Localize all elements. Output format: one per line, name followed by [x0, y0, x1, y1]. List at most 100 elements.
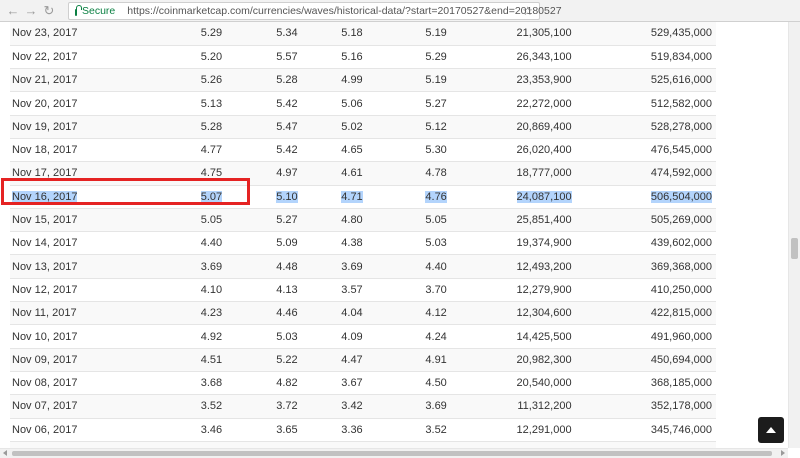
volume-cell: 9,798,490: [449, 441, 574, 448]
volume-cell-text: 23,353,900: [516, 74, 572, 87]
high-cell: 5.57: [224, 45, 300, 68]
open-cell: 5.13: [118, 92, 224, 115]
market-cap-cell-text: 476,545,000: [650, 144, 712, 157]
market-cap-cell: 528,278,000: [574, 115, 716, 138]
high-cell-text: 5.03: [276, 330, 298, 343]
horizontal-scroll-thumb[interactable]: [12, 451, 772, 456]
market-cap-cell-text: 352,178,000: [650, 400, 712, 413]
url-text[interactable]: https://coinmarketcap.com/currencies/wav…: [127, 5, 561, 17]
open-cell: 5.26: [118, 69, 224, 92]
date-cell-text: Nov 20, 2017: [12, 97, 78, 110]
volume-cell: 18,777,000: [449, 162, 574, 185]
close-cell-text: 4.24: [425, 330, 447, 343]
low-cell: 3.57: [300, 278, 365, 301]
date-cell: Nov 14, 2017: [10, 232, 118, 255]
volume-cell: 12,279,900: [449, 278, 574, 301]
high-cell-text: 5.42: [276, 97, 298, 110]
open-cell: 5.20: [118, 45, 224, 68]
table-row: Nov 19, 2017 5.28 5.47 5.02 5.12 20,869,400 52…: [10, 115, 716, 139]
date-cell: Nov 12, 2017: [10, 278, 118, 301]
open-cell: 4.10: [118, 278, 224, 301]
close-cell-text: 5.12: [425, 120, 447, 133]
high-cell: 5.47: [224, 115, 300, 138]
low-cell-text: 4.65: [341, 144, 363, 157]
low-cell: 4.09: [300, 325, 365, 348]
volume-cell-text: 12,291,000: [516, 423, 572, 436]
address-bar[interactable]: Secure https://coinmarketcap.com/currenc…: [68, 2, 562, 20]
high-cell: 5.28: [224, 69, 300, 92]
volume-cell: 22,272,000: [449, 92, 574, 115]
close-cell-text: 3.70: [425, 283, 447, 296]
volume-cell: 25,851,400: [449, 208, 574, 231]
volume-cell: 23,353,900: [449, 69, 574, 92]
close-cell: 4.24: [365, 325, 449, 348]
close-cell-text: 5.19: [425, 27, 447, 40]
volume-cell-text: 19,374,900: [516, 237, 572, 250]
volume-cell: 20,540,000: [449, 371, 574, 394]
vertical-scrollbar[interactable]: [788, 22, 800, 448]
volume-cell: 12,291,000: [449, 418, 574, 441]
volume-cell-text: 14,425,500: [516, 330, 572, 343]
market-cap-cell-text: 450,694,000: [650, 353, 712, 366]
vertical-scroll-thumb[interactable]: [791, 238, 798, 259]
high-cell: 3.65: [224, 418, 300, 441]
high-cell: 3.72: [224, 395, 300, 418]
high-cell-text: 5.28: [276, 74, 298, 87]
close-cell: 5.12: [365, 115, 449, 138]
date-cell: Nov 15, 2017: [10, 208, 118, 231]
back-to-top-button[interactable]: [758, 417, 784, 443]
close-cell: 4.50: [365, 371, 449, 394]
close-cell: 4.76: [365, 185, 449, 208]
table-row: Nov 06, 2017 3.46 3.65 3.36 3.52 12,291,000 34…: [10, 418, 716, 442]
secure-label: Secure: [82, 5, 116, 17]
low-cell: 3.67: [300, 371, 365, 394]
reload-icon[interactable]: ↻: [40, 2, 58, 20]
arrow-left-icon[interactable]: ←: [4, 2, 22, 20]
close-cell: 4.40: [365, 255, 449, 278]
open-cell: 3.52: [118, 395, 224, 418]
low-cell: 3.36: [300, 418, 365, 441]
scroll-right-icon[interactable]: [781, 450, 785, 456]
low-cell: 4.04: [300, 302, 365, 325]
market-cap-cell-text: 368,185,000: [650, 377, 712, 390]
table-row: Nov 20, 2017 5.13 5.42 5.06 5.27 22,272,000 51…: [10, 92, 716, 116]
low-cell-text: 5.02: [341, 120, 363, 133]
close-cell: 5.03: [365, 232, 449, 255]
low-cell: 3.42: [300, 395, 365, 418]
open-cell-text: 3.69: [200, 260, 223, 273]
table-row: Nov 21, 2017 5.26 5.28 4.99 5.19 23,353,900 52…: [10, 68, 716, 92]
star-icon[interactable]: ☆: [522, 4, 533, 18]
market-cap-cell: 519,834,000: [574, 45, 716, 68]
high-cell-text: 5.47: [276, 120, 298, 133]
high-cell-text: 5.10: [276, 190, 298, 203]
high-cell: 3.62: [224, 441, 300, 448]
low-cell: 4.80: [300, 208, 365, 231]
market-cap-cell-text: 410,250,000: [650, 283, 712, 296]
table-row: Nov 07, 2017 3.52 3.72 3.42 3.69 11,312,200 35…: [10, 394, 716, 419]
horizontal-scrollbar[interactable]: [0, 448, 788, 458]
close-cell: 3.52: [365, 418, 449, 441]
market-cap-cell: 491,960,000: [574, 325, 716, 348]
market-cap-cell-text: 529,435,000: [650, 27, 712, 40]
table-row: Nov 23, 2017 5.29 5.34 5.18 5.19 21,305,100 52…: [10, 22, 716, 46]
close-cell-text: 5.27: [425, 97, 447, 110]
close-cell: 4.12: [365, 302, 449, 325]
volume-cell-text: 12,493,200: [516, 260, 572, 273]
low-cell: 3.39: [300, 441, 365, 448]
date-cell: Nov 23, 2017: [10, 22, 118, 45]
high-cell-text: 4.82: [276, 377, 298, 390]
arrow-right-icon[interactable]: →: [22, 2, 40, 20]
close-cell-text: 4.12: [425, 307, 447, 320]
high-cell-text: 4.48: [276, 260, 298, 273]
table-row: Nov 10, 2017 4.92 5.03 4.09 4.24 14,425,500 49…: [10, 325, 716, 349]
close-cell-text: 4.50: [425, 377, 447, 390]
market-cap-cell-text: 528,278,000: [650, 120, 712, 133]
low-cell-text: 4.38: [341, 237, 363, 250]
low-cell-text: 4.80: [341, 214, 363, 227]
volume-cell: 11,312,200: [449, 395, 574, 418]
date-cell: Nov 08, 2017: [10, 371, 118, 394]
scroll-left-icon[interactable]: [3, 450, 7, 456]
close-cell-text: 4.91: [425, 353, 447, 366]
volume-cell-text: 20,869,400: [516, 120, 572, 133]
table-row: Nov 14, 2017 4.40 5.09 4.38 5.03 19,374,900 43…: [10, 232, 716, 255]
